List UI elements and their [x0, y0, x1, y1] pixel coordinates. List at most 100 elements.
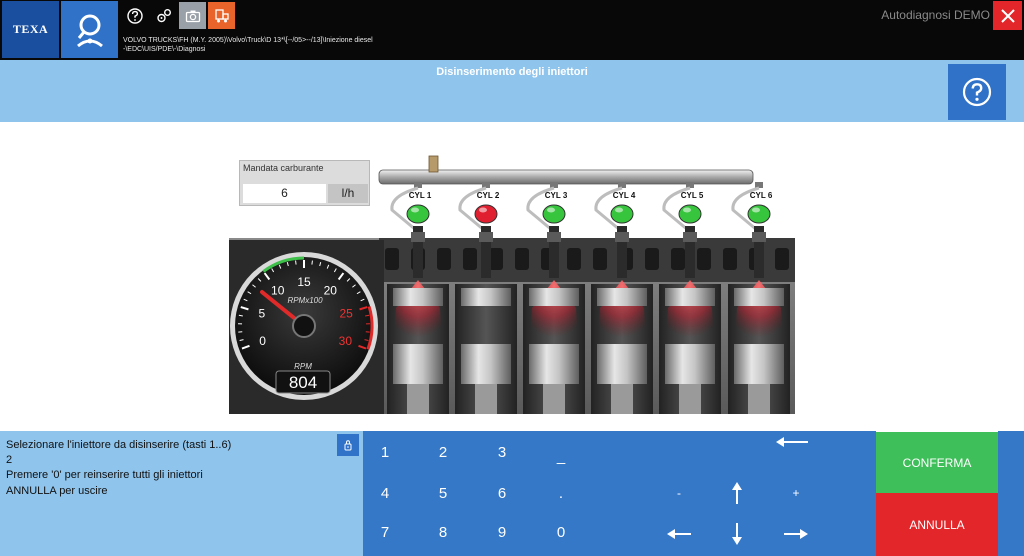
head-slot [437, 248, 451, 270]
lock-button[interactable] [337, 434, 359, 456]
arrow-down-key[interactable] [715, 519, 759, 549]
injector-collar [615, 232, 629, 242]
piston [665, 344, 715, 384]
rail-connector [686, 182, 694, 188]
settings-toolbar-button[interactable] [150, 2, 177, 29]
title-band: Disinserimento degli iniettori [0, 60, 1024, 122]
fuel-delivery-label: Mandata carburante [243, 163, 324, 173]
key-dot[interactable]: . [539, 478, 583, 508]
piston-ring-band [393, 288, 443, 306]
head-slot [515, 248, 529, 270]
key-1[interactable]: 1 [363, 437, 407, 467]
gauge-tick [295, 260, 297, 265]
injector-status-led[interactable] [678, 204, 702, 224]
close-button[interactable] [993, 1, 1022, 30]
cylinder-label: CYL 2 [477, 191, 500, 200]
vehicle-toolbar-button[interactable] [208, 2, 235, 29]
arrow-up-key[interactable] [715, 478, 759, 508]
key-underscore[interactable]: _ [539, 441, 583, 471]
cylinder-3[interactable]: CYL 3 [523, 182, 585, 414]
rail-connector [482, 182, 490, 188]
head-slot [489, 248, 503, 270]
injector-status-led[interactable] [542, 204, 566, 224]
rail-connector [618, 182, 626, 188]
head-slot [645, 248, 659, 270]
arrow-right-key[interactable] [774, 519, 818, 549]
cylinder-label: CYL 6 [750, 191, 773, 200]
top-bar: TEXA VOLVO TRUCKS\FH (M.Y. 2005)\Volvo\T… [0, 0, 1024, 60]
head-slot [723, 248, 737, 270]
key-8[interactable]: 8 [421, 517, 465, 547]
fuel-delivery-value: 6 [243, 184, 326, 203]
led-highlight [547, 207, 555, 213]
page-title: Disinserimento degli iniettori [436, 66, 588, 78]
help-button[interactable] [948, 64, 1006, 120]
led-highlight [615, 207, 623, 213]
led-highlight [752, 207, 760, 213]
injector-status-led[interactable] [406, 204, 430, 224]
piston-ring-band [597, 288, 647, 306]
cylinder-1[interactable]: CYL 1 [387, 182, 449, 414]
piston-ring-band [734, 288, 784, 306]
head-slot [567, 248, 581, 270]
help-toolbar-button[interactable] [121, 2, 148, 29]
question-circle-icon [962, 77, 992, 107]
key-4[interactable]: 4 [363, 478, 407, 508]
arrow-down-icon [732, 523, 742, 545]
breadcrumb-line-1: VOLVO TRUCKS\FH (M.Y. 2005)\Volvo\Truck\… [123, 37, 373, 44]
head-slot [671, 248, 685, 270]
question-circle-icon [126, 7, 143, 24]
connecting-rod [407, 384, 429, 414]
head-slot [697, 248, 711, 270]
instruction-line: ANNULLA per uscire [6, 485, 108, 497]
app-title: Autodiagnosi DEMO [881, 8, 990, 22]
rail-connector [755, 182, 763, 188]
piston-ring-band [461, 288, 511, 306]
key-5[interactable]: 5 [421, 478, 465, 508]
gauge-tick-label: 15 [297, 275, 311, 289]
injector-status-led[interactable] [474, 204, 498, 224]
cylinder-label: CYL 4 [613, 191, 636, 200]
key-plus[interactable]: + [774, 478, 818, 508]
key-7[interactable]: 7 [363, 517, 407, 547]
gauge-tick [365, 314, 370, 317]
key-2[interactable]: 2 [421, 437, 465, 467]
injector-status-led[interactable] [610, 204, 634, 224]
cylinder-5[interactable]: CYL 5 [659, 182, 721, 414]
head-slot [775, 248, 789, 270]
arrow-left-key[interactable] [657, 519, 701, 549]
selected-injector-value: 2 [6, 454, 13, 466]
key-minus[interactable]: - [657, 478, 701, 508]
cylinder-label: CYL 1 [409, 191, 432, 200]
key-0[interactable]: 0 [539, 517, 583, 547]
backspace-key[interactable] [771, 427, 815, 457]
lock-icon [344, 440, 352, 451]
key-6[interactable]: 6 [480, 478, 524, 508]
app-window: TEXA VOLVO TRUCKS\FH (M.Y. 2005)\Volvo\T… [0, 0, 1024, 556]
cancel-button[interactable]: ANNULLA [876, 493, 998, 556]
diagnosis-button[interactable] [61, 1, 118, 58]
texa-logo: TEXA [2, 1, 59, 58]
numeric-keypad: 1 2 3 _ 4 5 6 . - + 7 8 9 0 [363, 431, 876, 556]
cylinder-2[interactable]: CYL 2 [455, 182, 517, 414]
key-3[interactable]: 3 [480, 437, 524, 467]
injector-status-led[interactable] [747, 204, 771, 224]
piston [597, 344, 647, 384]
gauge-tick-label: 0 [259, 334, 266, 348]
piston-ring-band [665, 288, 715, 306]
gauge-tick [311, 260, 313, 265]
cylinder-4[interactable]: CYL 4 [591, 182, 653, 414]
screenshot-toolbar-button[interactable] [179, 2, 206, 29]
instruction-line: Selezionare l'iniettore da disinserire (… [6, 439, 232, 451]
injector-collar [752, 232, 766, 242]
head-slot [463, 248, 477, 270]
confirm-button[interactable]: CONFERMA [876, 432, 998, 493]
key-9[interactable]: 9 [480, 517, 524, 547]
cylinder-6[interactable]: CYL 6 [728, 182, 790, 414]
logo-text: TEXA [12, 22, 49, 36]
person-search-icon [76, 14, 103, 47]
arrow-right-icon [784, 529, 808, 539]
gauge-tick-label: 10 [271, 284, 285, 298]
arrow-up-icon [732, 482, 742, 504]
connecting-rod [611, 384, 633, 414]
